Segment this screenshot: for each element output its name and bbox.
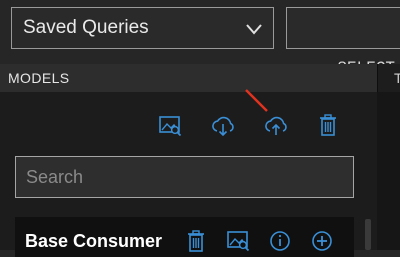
saved-queries-label: Saved Queries — [23, 17, 149, 38]
image-search-icon[interactable] — [225, 228, 251, 254]
trash-icon[interactable] — [315, 112, 341, 138]
tab-models-label: MODELS — [8, 70, 70, 86]
tab-right-label: T — [394, 70, 400, 86]
search-input[interactable] — [15, 156, 354, 198]
cloud-download-icon[interactable] — [210, 113, 236, 139]
trash-icon[interactable] — [183, 228, 209, 254]
saved-queries-dropdown[interactable]: Saved Queries — [11, 7, 274, 49]
chevron-down-icon — [246, 24, 262, 35]
tab-models[interactable]: MODELS — [0, 64, 377, 92]
sql-editor[interactable]: SELECT * — [286, 7, 400, 77]
cloud-upload-icon[interactable] — [263, 113, 289, 139]
add-circle-icon[interactable] — [309, 228, 335, 254]
model-title: Base Consumer — [25, 231, 163, 251]
info-icon[interactable] — [267, 228, 293, 254]
right-panel — [377, 92, 400, 250]
top-bar: Saved Queries SELECT * — [0, 0, 400, 77]
tab-right[interactable]: T — [377, 64, 400, 92]
image-search-icon[interactable] — [157, 113, 183, 139]
annotation-arrow — [245, 89, 268, 112]
model-list-scrollbar[interactable] — [365, 219, 371, 250]
